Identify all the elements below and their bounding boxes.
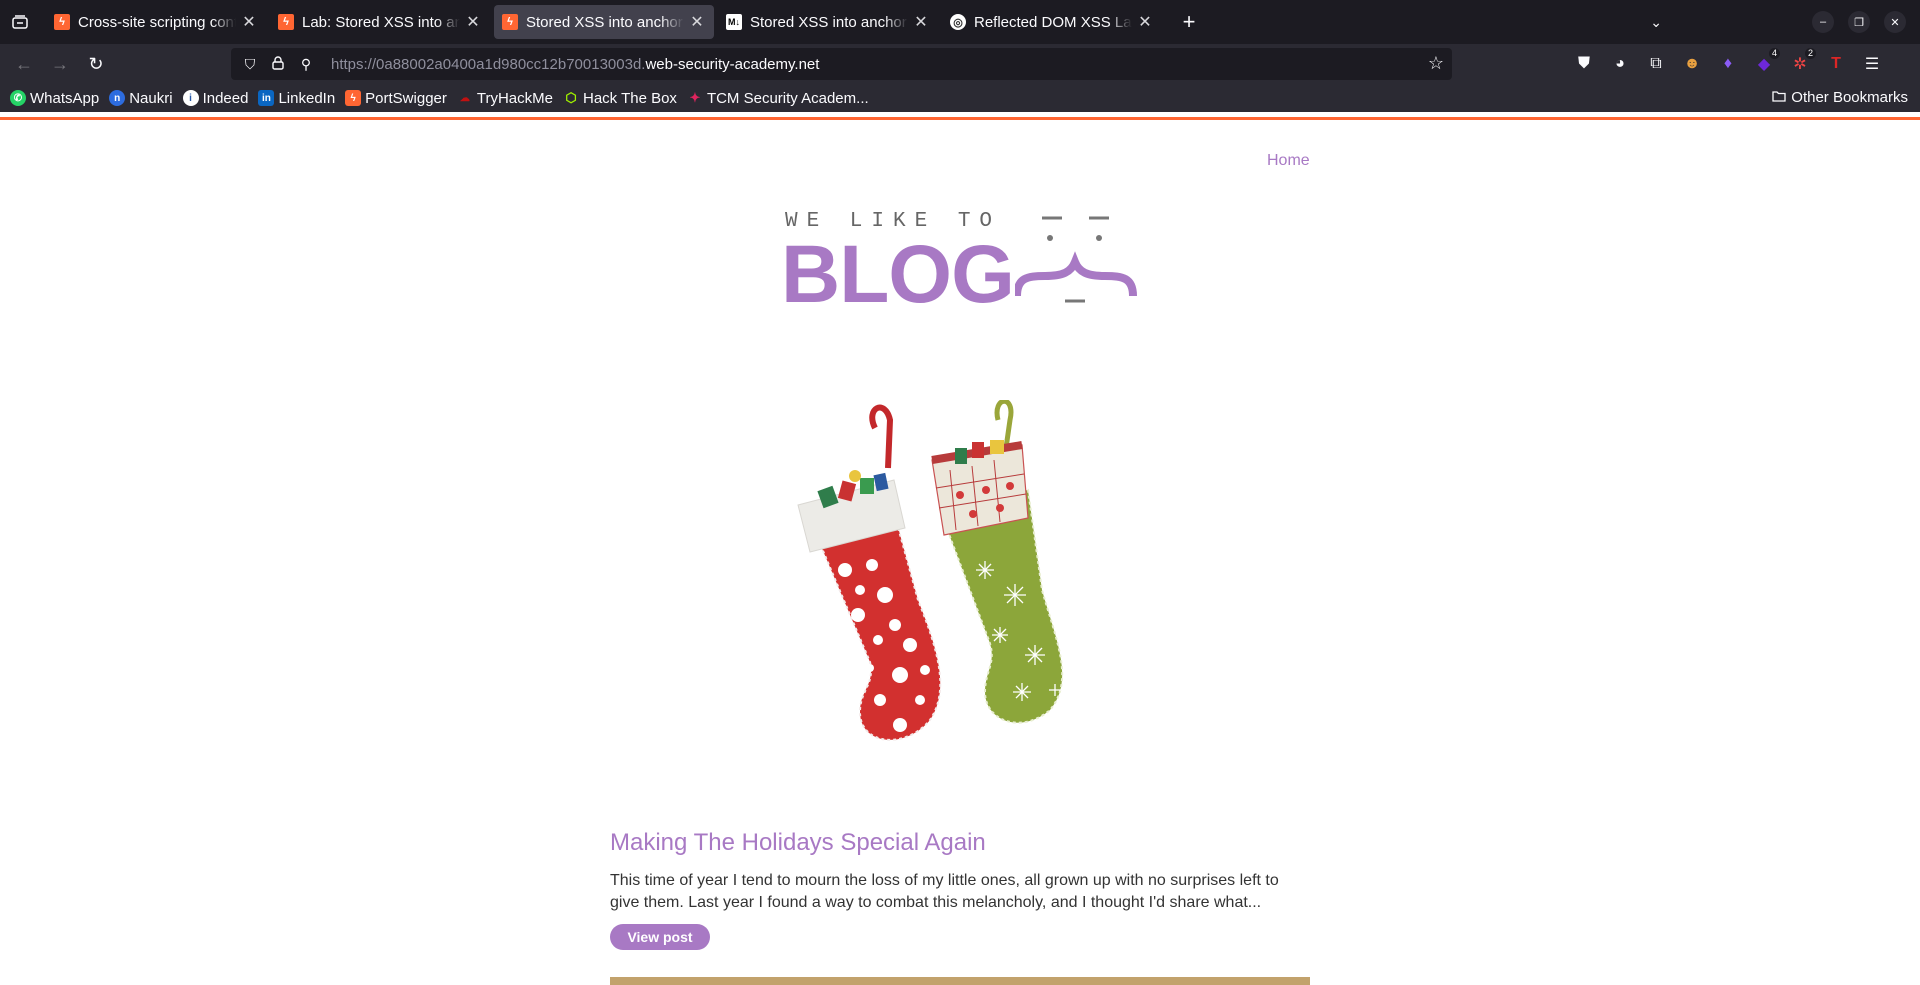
browser-tab[interactable]: ϟ Cross-site scripting conte ✕ (46, 5, 266, 39)
extension-purple-icon[interactable]: ♦ (1716, 52, 1740, 76)
close-icon[interactable]: ✕ (464, 12, 482, 32)
post-title-link[interactable]: Making The Holidays Special Again (610, 829, 986, 857)
close-window-icon[interactable]: ✕ (1884, 11, 1906, 33)
lock-icon[interactable] (267, 55, 289, 73)
extension-t-icon[interactable]: T (1824, 52, 1848, 76)
bookmark-tryhackme[interactable]: ☁ TryHackMe (457, 90, 553, 107)
tab-title: Cross-site scripting conte (78, 13, 236, 31)
badge: 2 (1804, 48, 1816, 59)
home-link[interactable]: Home (1267, 152, 1310, 170)
close-icon[interactable]: ✕ (688, 12, 706, 32)
bookmark-label: TryHackMe (476, 89, 553, 107)
badge: 4 (1768, 48, 1780, 59)
page-content: Home WE LIKE TO BLOG Making The Holidays… (0, 120, 1920, 985)
next-post-image (610, 977, 1310, 985)
url-prefix: https://0a88002a0400a1d980cc12b70013003d… (331, 55, 646, 73)
other-bookmarks-label: Other Bookmarks (1791, 89, 1908, 106)
view-post-button[interactable]: View post (610, 924, 710, 950)
linkedin-icon: in (258, 90, 275, 106)
face-icon (1015, 216, 1137, 303)
restore-icon[interactable]: ❐ (1848, 11, 1870, 33)
bookmark-label: LinkedIn (278, 89, 336, 107)
bookmark-label: TCM Security Academ... (706, 89, 869, 107)
bookmark-tcm[interactable]: ✦ TCM Security Academ... (687, 89, 869, 107)
medium-icon: M↓ (726, 14, 742, 30)
portswigger-icon: ϟ (502, 14, 518, 30)
forward-icon[interactable]: → (42, 48, 78, 80)
reload-icon[interactable]: ↻ (78, 48, 114, 80)
browser-tab[interactable]: ϟ Lab: Stored XSS into anch ✕ (270, 5, 490, 39)
post-summary: This time of year I tend to mourn the lo… (610, 872, 1279, 911)
folder-icon (1772, 89, 1786, 106)
url-text[interactable]: https://0a88002a0400a1d980cc12b70013003d… (331, 56, 819, 73)
url-domain: web-security-academy.net (645, 55, 820, 73)
bookmark-naukri[interactable]: n Naukri (109, 89, 173, 107)
bookmark-label: Hack The Box (583, 89, 677, 107)
tab-title: Lab: Stored XSS into anch (302, 13, 460, 31)
bookmark-whatsapp[interactable]: ✆ WhatsApp (10, 90, 99, 107)
browser-tab-active[interactable]: ϟ Stored XSS into anchor hr ✕ (494, 5, 714, 39)
tryhackme-icon: ☁ (459, 92, 470, 104)
minimize-icon[interactable]: – (1812, 11, 1834, 33)
browser-tab[interactable]: ◎ Reflected DOM XSS Lab ✕ (942, 5, 1162, 39)
tcm-icon: ✦ (689, 90, 701, 105)
menu-icon[interactable]: ☰ (1860, 52, 1884, 76)
extension-mascot-icon[interactable]: ☻ (1680, 52, 1704, 76)
hackthebox-icon: ⬡ (565, 90, 577, 105)
url-bar[interactable]: ⛉ ⚲ https://0a88002a0400a1d980cc12b70013… (231, 48, 1452, 80)
tab-overview-icon[interactable] (0, 0, 40, 44)
extension-cube-icon[interactable]: ◆ 4 (1752, 48, 1780, 76)
bookmarks-toolbar: ✆ WhatsApp n Naukri i Indeed in LinkedIn ϟ Po… (0, 84, 1920, 112)
bookmark-star-icon[interactable]: ☆ (1428, 53, 1444, 74)
permissions-icon[interactable]: ⚲ (295, 56, 317, 73)
tab-title: Reflected DOM XSS Lab (974, 13, 1132, 31)
bookmark-label: PortSwigger (365, 89, 447, 107)
bookmark-label: Indeed (202, 89, 249, 107)
portswigger-icon: ϟ (54, 14, 70, 30)
other-bookmarks[interactable]: Other Bookmarks (1772, 89, 1908, 106)
navigation-toolbar: ← → ↻ ⛉ ⚲ https://0a88002a0400a1d980cc12… (0, 44, 1920, 84)
stockings-image (797, 400, 1064, 741)
close-icon[interactable]: ✕ (240, 12, 258, 32)
bookmark-portswigger[interactable]: ϟ PortSwigger (345, 90, 447, 107)
portswigger-icon: ϟ (345, 90, 362, 106)
logo-title: BLOG (781, 229, 1015, 320)
bookmark-linkedin[interactable]: in LinkedIn (258, 90, 335, 107)
browser-tab[interactable]: M↓ Stored XSS into anchor hr ✕ (718, 5, 938, 39)
list-all-tabs-icon[interactable]: ⌄ (1650, 14, 1662, 31)
pocket-icon[interactable]: ⛊ (1572, 52, 1596, 76)
bookmark-hackthebox[interactable]: ⬡ Hack The Box (563, 90, 677, 107)
whatsapp-icon: ✆ (10, 90, 26, 106)
bookmark-label: Naukri (129, 89, 173, 107)
naukri-icon: n (109, 90, 126, 106)
blog-logo: WE LIKE TO BLOG (775, 210, 1145, 320)
tab-title: Stored XSS into anchor hr (526, 13, 684, 31)
new-tab-button[interactable]: + (1172, 5, 1206, 39)
portswigger-icon: ϟ (278, 14, 294, 30)
close-icon[interactable]: ✕ (912, 12, 930, 32)
tab-title: Stored XSS into anchor hr (750, 13, 908, 31)
shield-icon[interactable]: ⛉ (239, 56, 261, 73)
close-icon[interactable]: ✕ (1136, 12, 1154, 32)
back-icon[interactable]: ← (6, 48, 42, 80)
bookmark-label: WhatsApp (30, 89, 100, 107)
tab-bar: ϟ Cross-site scripting conte ✕ ϟ Lab: St… (0, 0, 1920, 44)
extension-network-icon[interactable]: ✲ 2 (1788, 48, 1816, 76)
extensions-icon[interactable]: ⧉ (1644, 52, 1668, 76)
indeed-icon: i (182, 90, 199, 106)
bookmark-indeed[interactable]: i Indeed (182, 89, 249, 107)
globe-icon: ◎ (950, 14, 966, 30)
download-icon[interactable]: ◕ (1608, 52, 1632, 76)
